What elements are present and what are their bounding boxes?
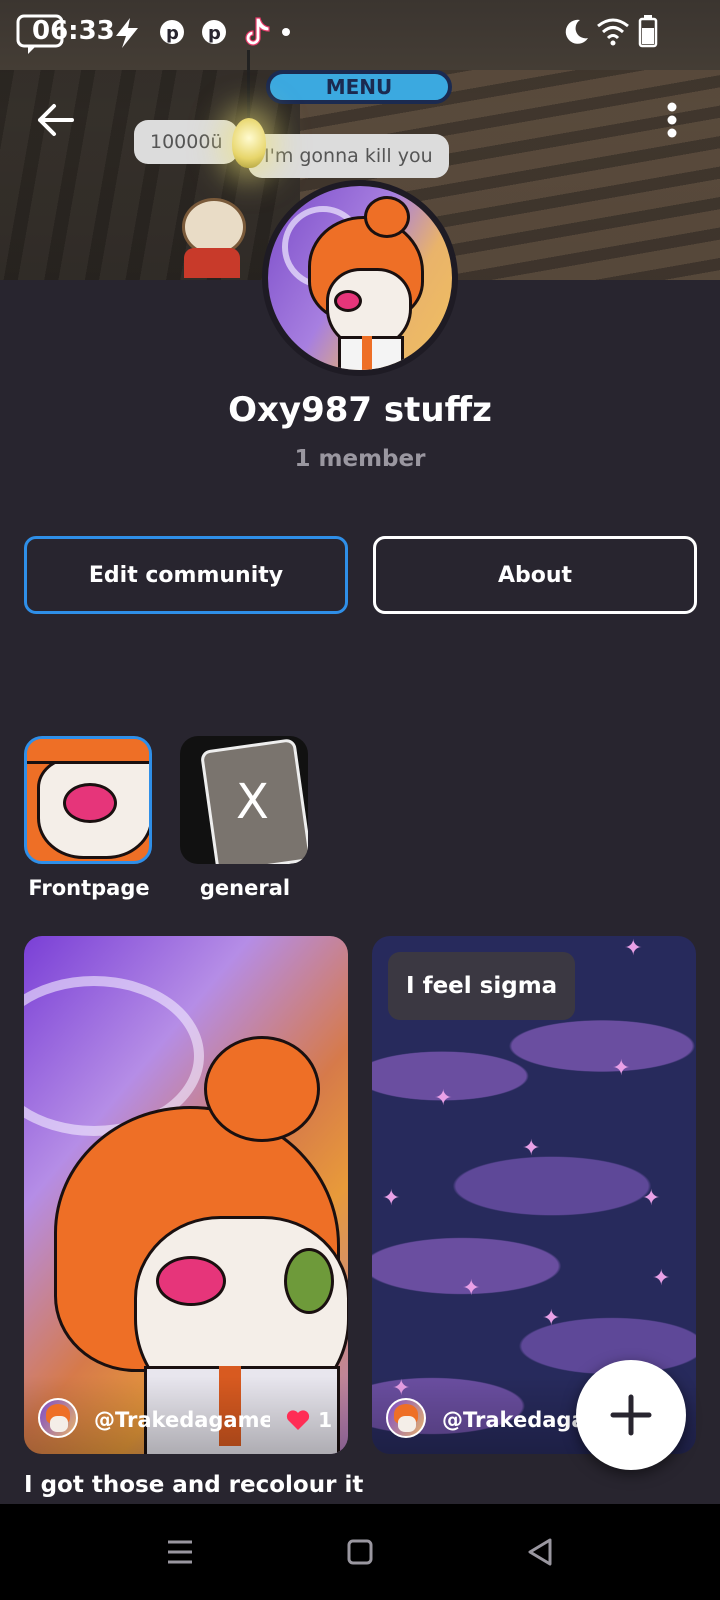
recents-button[interactable] <box>160 1534 200 1570</box>
member-count[interactable]: 1 member <box>0 446 720 472</box>
post-text-overlay: I feel sigma <box>388 952 576 1020</box>
post-caption[interactable]: I got those and recolour it <box>24 1472 363 1498</box>
author-avatar[interactable] <box>386 1398 426 1438</box>
tiktok-icon <box>245 17 270 46</box>
more-vertical-icon <box>667 102 677 138</box>
star-decoration: ✦ <box>612 1056 631 1081</box>
channel-thumbnail: X <box>180 736 308 864</box>
lightbulb-icon <box>232 118 266 168</box>
like-count[interactable]: 1 <box>286 1408 332 1432</box>
channel-frontpage[interactable]: Frontpage <box>24 736 154 900</box>
banner-bubble-left: 10000ü <box>134 120 239 164</box>
pet-character <box>178 198 246 278</box>
status-bar: 06:33 p p <box>0 0 720 64</box>
system-navigation-bar <box>0 1504 720 1600</box>
star-decoration: ✦ <box>522 1136 541 1161</box>
pinterest-icon: p <box>202 20 226 44</box>
banner-bubble-right: I'm gonna kill you <box>248 134 449 178</box>
menu-lines-icon <box>168 1540 192 1564</box>
star-decoration: ✦ <box>652 1266 671 1291</box>
create-post-button[interactable] <box>576 1360 686 1470</box>
channel-label: Frontpage <box>28 876 150 900</box>
svg-text:p: p <box>208 23 221 44</box>
like-count-value: 1 <box>318 1408 332 1432</box>
dnd-moon-icon <box>565 19 588 44</box>
heart-icon <box>286 1410 310 1430</box>
channel-thumbnail <box>24 736 152 864</box>
community-name: Oxy987 stuffz <box>228 390 492 430</box>
star-decoration: ✦ <box>542 1306 561 1331</box>
banner-menu-pill: MENU <box>266 70 452 104</box>
svg-text:p: p <box>166 23 179 44</box>
post-author[interactable]: @Trakedaga <box>442 1408 592 1432</box>
channel-label: general <box>199 876 291 900</box>
home-button[interactable] <box>340 1534 380 1570</box>
star-decoration: ✦ <box>434 1086 453 1111</box>
star-decoration: ✦ <box>624 936 643 961</box>
notification-dot <box>282 28 290 36</box>
star-decoration: ✦ <box>382 1186 401 1211</box>
community-avatar[interactable] <box>262 180 458 376</box>
square-icon <box>347 1539 373 1565</box>
more-options-button[interactable] <box>646 92 686 148</box>
about-button[interactable]: About <box>373 536 697 614</box>
back-button[interactable] <box>28 92 84 148</box>
battery-icon <box>638 15 658 48</box>
system-back-button[interactable] <box>520 1534 560 1570</box>
wifi-icon <box>597 18 629 46</box>
post-card[interactable]: @Trakedagame 1 <box>24 936 348 1454</box>
triangle-back-icon <box>528 1538 552 1566</box>
star-decoration: ✦ <box>462 1276 481 1301</box>
pinterest-icon: p <box>160 20 184 44</box>
status-time: 06:33 <box>32 16 115 46</box>
edit-community-button[interactable]: Edit community <box>24 536 348 614</box>
post-author[interactable]: @Trakedagame <box>94 1408 270 1432</box>
bolt-icon <box>116 18 138 48</box>
arrow-left-icon <box>38 104 74 136</box>
author-avatar[interactable] <box>38 1398 78 1438</box>
star-decoration: ✦ <box>642 1186 661 1211</box>
channel-general[interactable]: X general <box>180 736 310 900</box>
post-footer: @Trakedagame 1 <box>24 1376 348 1454</box>
plus-icon <box>610 1394 652 1436</box>
